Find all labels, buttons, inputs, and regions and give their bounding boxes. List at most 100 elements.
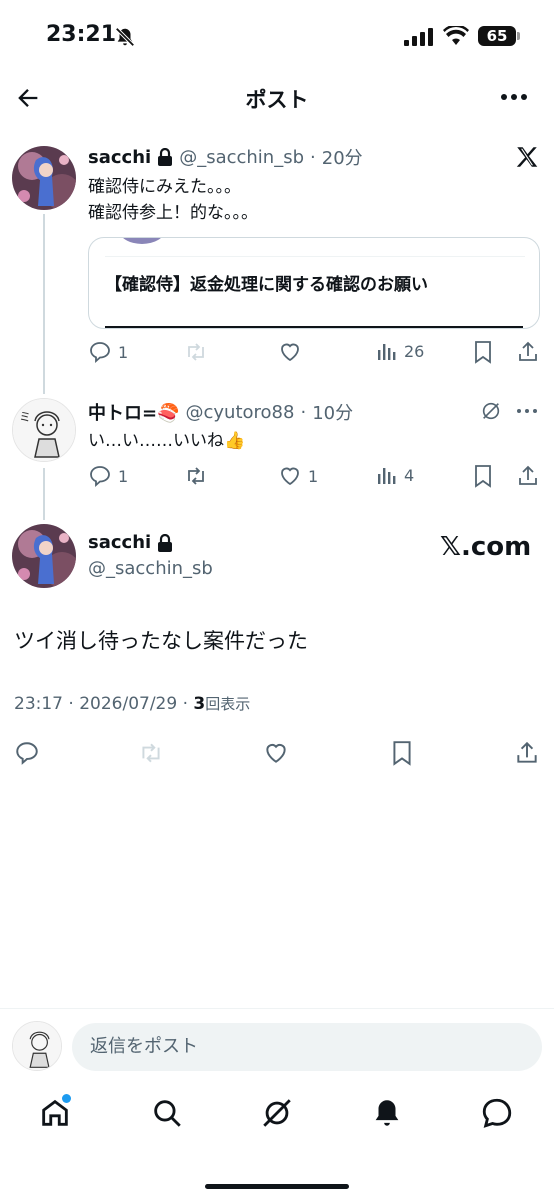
post-text: 確認侍にみえた。。。 確認侍参上！的な。。。 — [88, 174, 258, 226]
thread-connector — [43, 468, 45, 520]
post-time: 10分 — [312, 403, 354, 424]
reply-count: 1 — [118, 342, 129, 362]
reply-input[interactable]: 返信をポスト — [72, 1023, 542, 1071]
x-logo-icon — [516, 147, 538, 167]
analytics-icon — [378, 344, 396, 360]
reply-composer: 返信をポスト — [0, 1008, 554, 1084]
post-text-line: 確認侍参上！的な。。。 — [88, 203, 258, 223]
post-header: sacchi — [88, 532, 173, 553]
avatar — [12, 1021, 62, 1071]
repost-icon — [142, 743, 160, 763]
bell-slash-icon — [115, 27, 135, 47]
post-time: 20分 — [321, 148, 363, 169]
view-count: 4 — [404, 465, 415, 485]
lock-icon — [158, 533, 173, 552]
top-bar: ポスト — [0, 70, 554, 126]
repost-icon — [188, 467, 204, 485]
heart-icon[interactable] — [263, 740, 289, 766]
bottom-tab-bar — [0, 1084, 554, 1199]
author-handle[interactable]: @_sacchin_sb — [88, 558, 213, 579]
page-title: ポスト — [245, 88, 309, 112]
home-indicator — [205, 1184, 349, 1189]
grok-icon[interactable] — [480, 400, 502, 422]
repost-icon — [188, 343, 204, 361]
bell-icon — [375, 1100, 399, 1126]
post-text-line: 確認侍にみえた。。。 — [88, 177, 241, 197]
dot-separator: · — [310, 146, 316, 168]
view-count[interactable]: 3 — [193, 694, 205, 714]
card-bottom-rule — [105, 326, 523, 328]
tab-search[interactable] — [150, 1096, 184, 1134]
share-icon[interactable] — [516, 464, 540, 488]
cellular-signal-icon — [404, 28, 433, 46]
author-name[interactable]: 中トロ=🍣 — [88, 399, 180, 425]
dot-separator: · — [300, 401, 307, 423]
post-timestamp: 23:17 · 2026/07/29 · — [14, 694, 194, 714]
view-label: 回表示 — [205, 695, 251, 713]
search-icon — [154, 1100, 181, 1127]
grok-icon — [263, 1099, 291, 1127]
author-handle[interactable]: @cyutoro88 — [186, 402, 295, 423]
post-text: ツイ消し待ったなし案件だった — [14, 629, 308, 653]
thread-connector — [43, 214, 45, 394]
avatar[interactable] — [12, 146, 76, 210]
avatar[interactable]: ミ — [12, 398, 76, 462]
card-title: 【確認侍】返金処理に関する確認のお願い — [105, 275, 428, 295]
post-meta: 23:17 · 2026/07/29 · 3回表示 — [14, 693, 250, 714]
avatar[interactable] — [12, 524, 76, 588]
notification-dot — [62, 1094, 71, 1103]
avatar-illustration-icon — [12, 146, 76, 210]
card-avatar — [119, 238, 165, 244]
tab-grok[interactable] — [260, 1096, 294, 1134]
heart-icon — [281, 467, 299, 486]
reply-icon[interactable] — [14, 740, 40, 766]
lock-icon — [158, 148, 173, 166]
views-action[interactable]: 26 — [376, 340, 424, 362]
post-text: い…い……いいね👍 — [88, 431, 246, 451]
views-action[interactable]: 4 — [376, 464, 414, 486]
message-icon — [482, 1098, 512, 1128]
share-icon[interactable] — [516, 340, 540, 364]
reply-count: 1 — [118, 466, 129, 486]
battery-indicator: 65 — [478, 26, 516, 46]
reply-action[interactable]: 1 — [88, 464, 128, 488]
repost-action — [184, 340, 208, 364]
share-icon[interactable] — [514, 740, 540, 766]
card-divider — [105, 256, 525, 257]
author-name[interactable]: sacchi — [88, 532, 151, 553]
more-options-icon[interactable] — [516, 408, 538, 414]
avatar-sketch-icon: ミ — [13, 399, 75, 461]
post-header: sacchi @_sacchin_sb · 20分 — [88, 144, 363, 170]
action-bar — [14, 740, 542, 766]
tab-home[interactable] — [38, 1094, 72, 1134]
avatar-sketch-icon — [13, 1022, 61, 1070]
bookmark-icon[interactable] — [472, 340, 494, 364]
tab-notifications[interactable] — [370, 1096, 404, 1134]
like-count: 1 — [308, 466, 319, 486]
reply-icon — [90, 342, 110, 363]
author-handle[interactable]: @_sacchin_sb — [179, 147, 304, 168]
view-count: 26 — [404, 341, 425, 361]
action-bar: 1 26 — [88, 340, 542, 366]
analytics-icon — [378, 468, 396, 484]
status-bar: 23:21 65 — [0, 0, 554, 70]
status-time: 23:21 — [46, 22, 117, 47]
wifi-icon — [443, 26, 469, 45]
avatar-illustration-icon — [12, 524, 76, 588]
svg-text:ミ: ミ — [19, 410, 31, 424]
link-card[interactable]: 【確認侍】返金処理に関する確認のお願い — [88, 237, 540, 329]
bookmark-icon[interactable] — [390, 740, 414, 766]
reply-icon — [90, 466, 110, 487]
xcom-watermark: 𝕏.com — [440, 532, 532, 562]
author-name[interactable]: sacchi — [88, 147, 151, 168]
tab-messages[interactable] — [480, 1096, 514, 1134]
post-header: 中トロ=🍣 @cyutoro88 · 10分 — [88, 399, 353, 425]
action-bar: 1 1 4 — [88, 464, 542, 490]
reply-action[interactable]: 1 — [88, 340, 128, 364]
battery-cap — [517, 32, 520, 40]
repost-action[interactable] — [184, 464, 208, 488]
like-action[interactable]: 1 — [278, 464, 318, 488]
bookmark-icon[interactable] — [472, 464, 494, 488]
like-action[interactable] — [278, 340, 302, 364]
more-options-icon[interactable] — [500, 92, 528, 102]
